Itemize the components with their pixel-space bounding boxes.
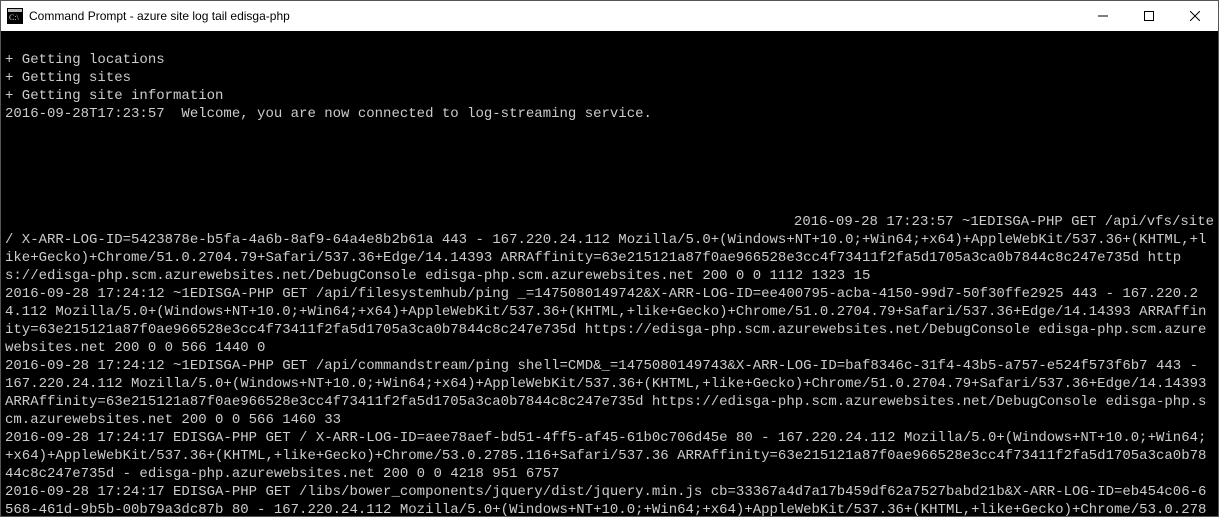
log-line: [5, 141, 1214, 159]
log-line: / X-ARR-LOG-ID=5423878e-b5fa-4a6b-8af9-6…: [5, 231, 1214, 285]
minimize-button[interactable]: [1080, 1, 1126, 31]
console-output[interactable]: + Getting locations+ Getting sites+ Gett…: [1, 31, 1218, 516]
window-controls: [1080, 1, 1218, 31]
maximize-icon: [1144, 11, 1154, 21]
cmd-icon: C:\: [7, 8, 23, 24]
titlebar[interactable]: C:\ Command Prompt - azure site log tail…: [1, 1, 1218, 31]
log-line: [5, 177, 1214, 195]
maximize-button[interactable]: [1126, 1, 1172, 31]
log-line: 2016-09-28 17:24:12 ~1EDISGA-PHP GET /ap…: [5, 285, 1214, 357]
log-line: + Getting locations: [5, 51, 1214, 69]
log-line: + Getting sites: [5, 69, 1214, 87]
log-line: [5, 159, 1214, 177]
log-line: 2016-09-28T17:23:57 Welcome, you are now…: [5, 105, 1214, 123]
minimize-icon: [1098, 11, 1108, 21]
svg-text:C:\: C:\: [9, 13, 20, 22]
log-line: + Getting site information: [5, 87, 1214, 105]
log-line: [5, 195, 1214, 213]
log-line: 2016-09-28 17:24:12 ~1EDISGA-PHP GET /ap…: [5, 357, 1214, 429]
window-title: Command Prompt - azure site log tail edi…: [29, 9, 290, 23]
log-line: 2016-09-28 17:23:57 ~1EDISGA-PHP GET /ap…: [5, 213, 1214, 231]
log-line: [5, 123, 1214, 141]
log-line: [5, 33, 1214, 51]
close-icon: [1190, 11, 1200, 21]
log-line: 2016-09-28 17:24:17 EDISGA-PHP GET / X-A…: [5, 429, 1214, 483]
log-line: 2016-09-28 17:24:17 EDISGA-PHP GET /libs…: [5, 483, 1214, 516]
close-button[interactable]: [1172, 1, 1218, 31]
window-frame: C:\ Command Prompt - azure site log tail…: [0, 0, 1219, 517]
